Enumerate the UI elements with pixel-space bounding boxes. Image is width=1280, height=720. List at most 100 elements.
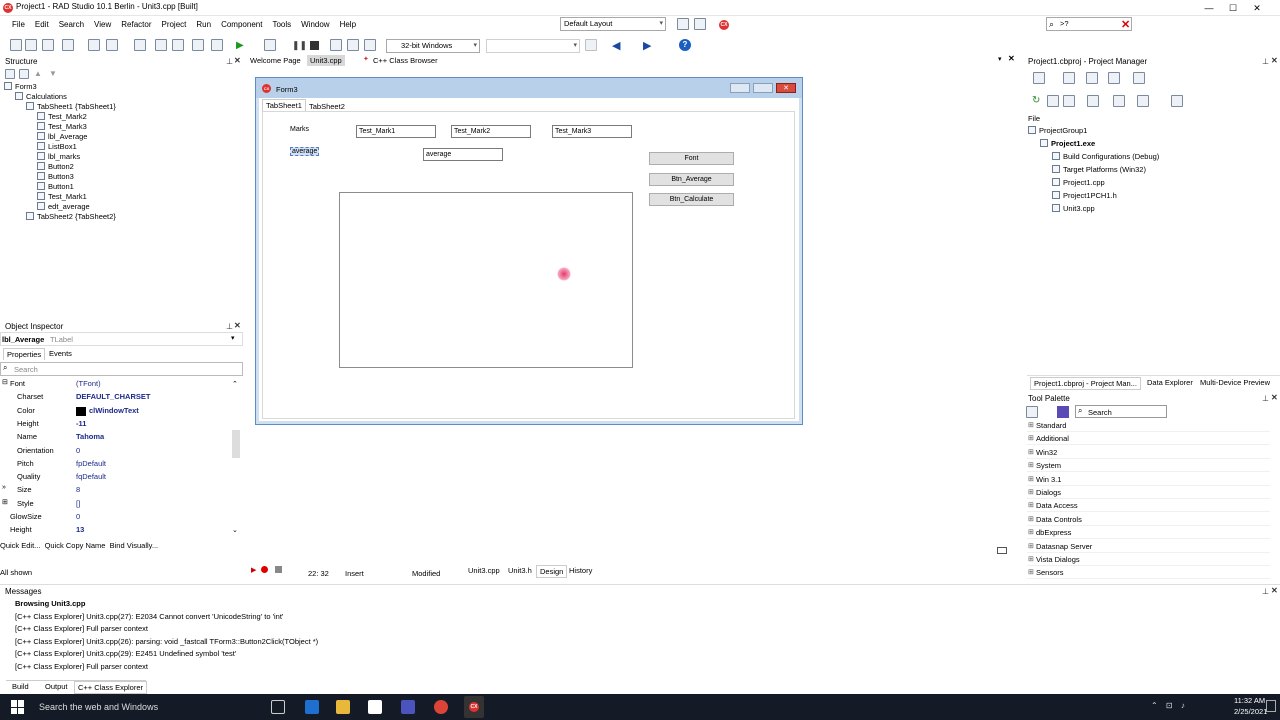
close-button[interactable]: ✕ <box>1234 0 1280 16</box>
property-row[interactable]: GlowSize 0 <box>0 511 232 524</box>
palette-search-input[interactable]: ⌕ Search <box>1075 405 1167 418</box>
palette-view-icon[interactable] <box>1026 406 1038 418</box>
step-icon[interactable] <box>330 39 342 51</box>
tab-history[interactable]: History <box>566 565 595 576</box>
stop-macro-icon[interactable] <box>275 566 282 573</box>
open-icon[interactable] <box>42 39 54 51</box>
sync-icon[interactable]: ↻ <box>1032 95 1040 106</box>
pin-icon[interactable]: ⊥ <box>1262 587 1269 596</box>
property-row[interactable]: Color clWindowText <box>0 405 232 418</box>
project-item-project1pch1.h[interactable]: Project1PCH1.h <box>1052 191 1117 200</box>
palette-category[interactable]: ⊞ Vista Dialogs <box>1027 553 1270 566</box>
notification-icon[interactable] <box>1266 700 1276 712</box>
sort-icon[interactable] <box>1047 95 1059 107</box>
options-icon[interactable] <box>1108 72 1120 84</box>
project-item-project1.exe[interactable]: Project1.exe <box>1040 139 1095 148</box>
tree-item-test_mark2[interactable]: Test_Mark2 <box>37 112 87 121</box>
tab-class-explorer[interactable]: C++ Class Explorer <box>74 681 148 694</box>
message-line[interactable]: [C++ Class Explorer] Unit3.cpp(26): pars… <box>15 637 318 646</box>
taskbar-search[interactable]: Search the web and Windows <box>39 702 158 712</box>
tab-build[interactable]: Build <box>9 681 32 692</box>
tab-class-browser[interactable]: C++ Class Browser <box>370 55 441 66</box>
tree-item-tabsheet2[interactable]: TabSheet2 {TabSheet2} <box>26 212 116 221</box>
palette-category[interactable]: ⊞ System <box>1027 459 1270 473</box>
btn-calculate-button[interactable]: Btn_Calculate <box>649 193 734 206</box>
close-panel-icon[interactable]: ✕ <box>234 56 241 65</box>
average-field[interactable]: average <box>423 148 503 161</box>
tab-welcome-page[interactable]: Welcome Page <box>247 55 304 66</box>
tree-item-tabsheet1[interactable]: TabSheet1 {TabSheet1} <box>26 102 116 111</box>
windows-start-icon[interactable] <box>11 700 25 714</box>
property-row[interactable]: Quality fqDefault <box>0 471 232 484</box>
palette-category[interactable]: ⊞ Win 3.1 <box>1027 473 1270 486</box>
tab-design[interactable]: Design <box>536 565 568 578</box>
pin-icon[interactable]: ⊥ <box>226 322 233 331</box>
project-item-unit3.cpp[interactable]: Unit3.cpp <box>1052 204 1095 213</box>
form-close-button[interactable]: ✕ <box>776 83 796 93</box>
property-row[interactable]: ⊞ Style [] <box>0 498 232 511</box>
save-layout-icon[interactable] <box>677 18 689 30</box>
form-maximize-button[interactable] <box>753 83 773 93</box>
open-folder-icon[interactable] <box>172 39 184 51</box>
project-item-target[interactable]: Target Platforms (Win32) <box>1052 165 1146 174</box>
help-icon[interactable]: ? <box>679 39 691 51</box>
tree-item-form3[interactable]: Form3 <box>4 82 37 91</box>
close-panel-icon[interactable]: ✕ <box>1271 56 1278 65</box>
average-label[interactable]: average <box>290 147 320 156</box>
tab-dropdown-icon[interactable]: ▾ <box>998 55 1002 63</box>
tab-project-manager[interactable]: Project1.cbproj - Project Man... <box>1030 377 1141 390</box>
project-item-build[interactable]: Build Configurations (Debug) <box>1052 152 1159 161</box>
expand-icon[interactable]: ⊟ <box>2 378 8 386</box>
tab-tabsheet1[interactable]: TabSheet1 <box>262 99 306 111</box>
test-mark2-field[interactable]: Test_Mark2 <box>451 125 531 138</box>
platform-combo[interactable]: 32-bit Windows ▾ <box>386 39 480 53</box>
add-file-icon[interactable] <box>192 39 204 51</box>
view-icon[interactable] <box>997 547 1007 554</box>
collapse-icon[interactable] <box>19 69 29 79</box>
palette-filter-icon[interactable] <box>1057 406 1069 418</box>
config-combo[interactable]: ▾ <box>486 39 580 53</box>
tree-item-calculations[interactable]: Calculations <box>15 92 67 101</box>
tree-item-button3[interactable]: Button3 <box>37 172 74 181</box>
palette-category[interactable]: ⊞ Sensors <box>1027 566 1270 580</box>
remove-icon[interactable] <box>62 39 74 51</box>
store-icon[interactable] <box>368 700 382 714</box>
record-icon[interactable]: ▶ <box>251 566 256 574</box>
message-line[interactable]: [C++ Class Explorer] Full parser context <box>15 624 148 633</box>
task-view-icon[interactable] <box>271 700 285 714</box>
pin-icon[interactable]: ⊥ <box>226 57 233 66</box>
tree-item-lbl_average[interactable]: lbl_Average <box>37 132 87 141</box>
oi-scrollbar-thumb[interactable] <box>232 430 240 458</box>
scroll-up-icon[interactable]: ⌃ <box>232 380 238 388</box>
tray-icons[interactable]: ⌃ ⊡ ♪ <box>1151 701 1188 710</box>
layout-icon[interactable] <box>694 18 706 30</box>
tree-item-test_mark1[interactable]: Test_Mark1 <box>37 192 87 201</box>
property-row[interactable]: Pitch fpDefault <box>0 458 232 471</box>
edge-icon[interactable] <box>305 700 319 714</box>
property-row[interactable]: Name Tahoma <box>0 431 232 444</box>
tab-output[interactable]: Output <box>42 681 71 692</box>
tab-properties[interactable]: Properties <box>3 348 46 360</box>
open-project-icon[interactable] <box>106 39 118 51</box>
deploy-icon[interactable] <box>1137 95 1149 107</box>
step-over-icon[interactable] <box>347 39 359 51</box>
palette-category[interactable]: ⊞ dbExpress <box>1027 526 1270 540</box>
clock-date[interactable]: 2/25/2021 <box>1234 707 1267 716</box>
expand-icon[interactable]: » <box>2 484 6 491</box>
close-tab-icon[interactable]: ✕ <box>1008 54 1015 63</box>
save-all-icon[interactable] <box>155 39 167 51</box>
sort-alt-icon[interactable] <box>1063 95 1075 107</box>
property-row[interactable]: Height 13 <box>0 524 232 537</box>
tree-item-lbl_marks[interactable]: lbl_marks <box>37 152 80 161</box>
deploy-icon[interactable] <box>585 39 597 51</box>
ide-search-input[interactable]: >? <box>1046 17 1132 31</box>
chrome-icon[interactable] <box>434 700 448 714</box>
layout-combo[interactable]: Default Layout ▾ <box>560 17 666 31</box>
message-line[interactable]: [C++ Class Explorer] Unit3.cpp(27): E203… <box>15 612 283 621</box>
tree-item-edt_average[interactable]: edt_average <box>37 202 90 211</box>
build-icon[interactable] <box>1113 95 1125 107</box>
pin-icon[interactable]: ⊥ <box>1262 394 1269 403</box>
save-icon[interactable] <box>134 39 146 51</box>
tab-events[interactable]: Events <box>46 348 75 359</box>
project-item-projectgroup1[interactable]: ProjectGroup1 <box>1028 126 1087 135</box>
